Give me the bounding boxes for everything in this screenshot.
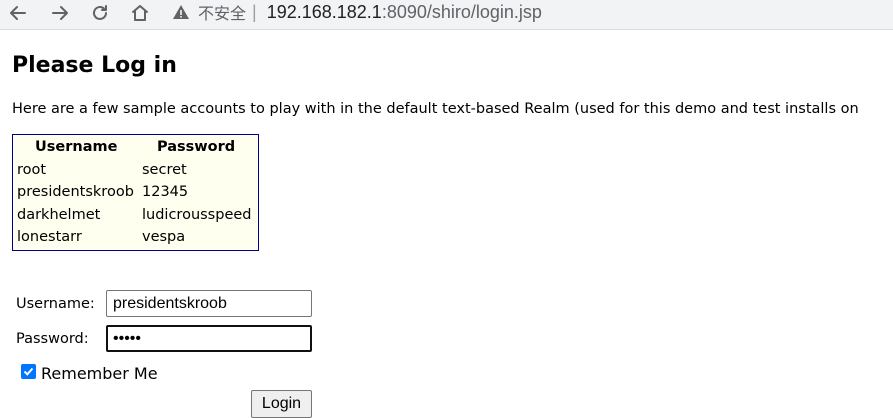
browser-toolbar: 不安全 | 192.168.182.1:8090/shiro/login.jsp xyxy=(0,0,893,30)
back-button[interactable] xyxy=(6,2,30,24)
account-password: ludicrousspeed xyxy=(142,207,252,223)
login-button[interactable]: Login xyxy=(251,390,312,418)
intro-text: Here are a few sample accounts to play w… xyxy=(12,101,859,117)
sample-accounts-table: Username Password root secret presidents… xyxy=(12,134,259,251)
reload-button[interactable] xyxy=(88,2,112,24)
address-separator: | xyxy=(252,1,257,22)
account-username: lonestarr xyxy=(17,229,82,245)
account-password: secret xyxy=(142,162,187,178)
home-icon xyxy=(132,5,148,21)
security-status[interactable]: 不安全 xyxy=(198,0,246,24)
reload-icon xyxy=(93,5,107,20)
home-button[interactable] xyxy=(128,2,152,24)
remember-me-label[interactable]: Remember Me xyxy=(41,364,158,383)
password-column-header: Password xyxy=(157,139,236,155)
checkmark-icon xyxy=(23,367,34,376)
page-title: Please Log in xyxy=(12,53,177,78)
remember-me-checkbox[interactable] xyxy=(21,364,36,379)
password-label: Password: xyxy=(16,331,89,347)
account-username: presidentskroob xyxy=(17,184,134,200)
url-path: :8090/shiro/login.jsp xyxy=(381,1,542,22)
warning-triangle-icon xyxy=(173,5,189,19)
username-label: Username: xyxy=(16,296,95,312)
username-input[interactable]: presidentskroob xyxy=(106,290,312,317)
account-password: 12345 xyxy=(142,184,189,200)
account-password: vespa xyxy=(142,229,186,245)
forward-arrow-icon xyxy=(52,6,68,20)
password-input[interactable]: ••••• xyxy=(106,325,312,352)
forward-button[interactable] xyxy=(48,2,72,24)
username-column-header: Username xyxy=(35,139,118,155)
account-username: root xyxy=(17,162,47,178)
url-host: 192.168.182.1 xyxy=(266,1,382,22)
account-username: darkhelmet xyxy=(17,207,101,223)
address-bar[interactable]: 不安全 | 192.168.182.1:8090/shiro/login.jsp xyxy=(172,0,542,24)
back-arrow-icon xyxy=(10,6,26,20)
